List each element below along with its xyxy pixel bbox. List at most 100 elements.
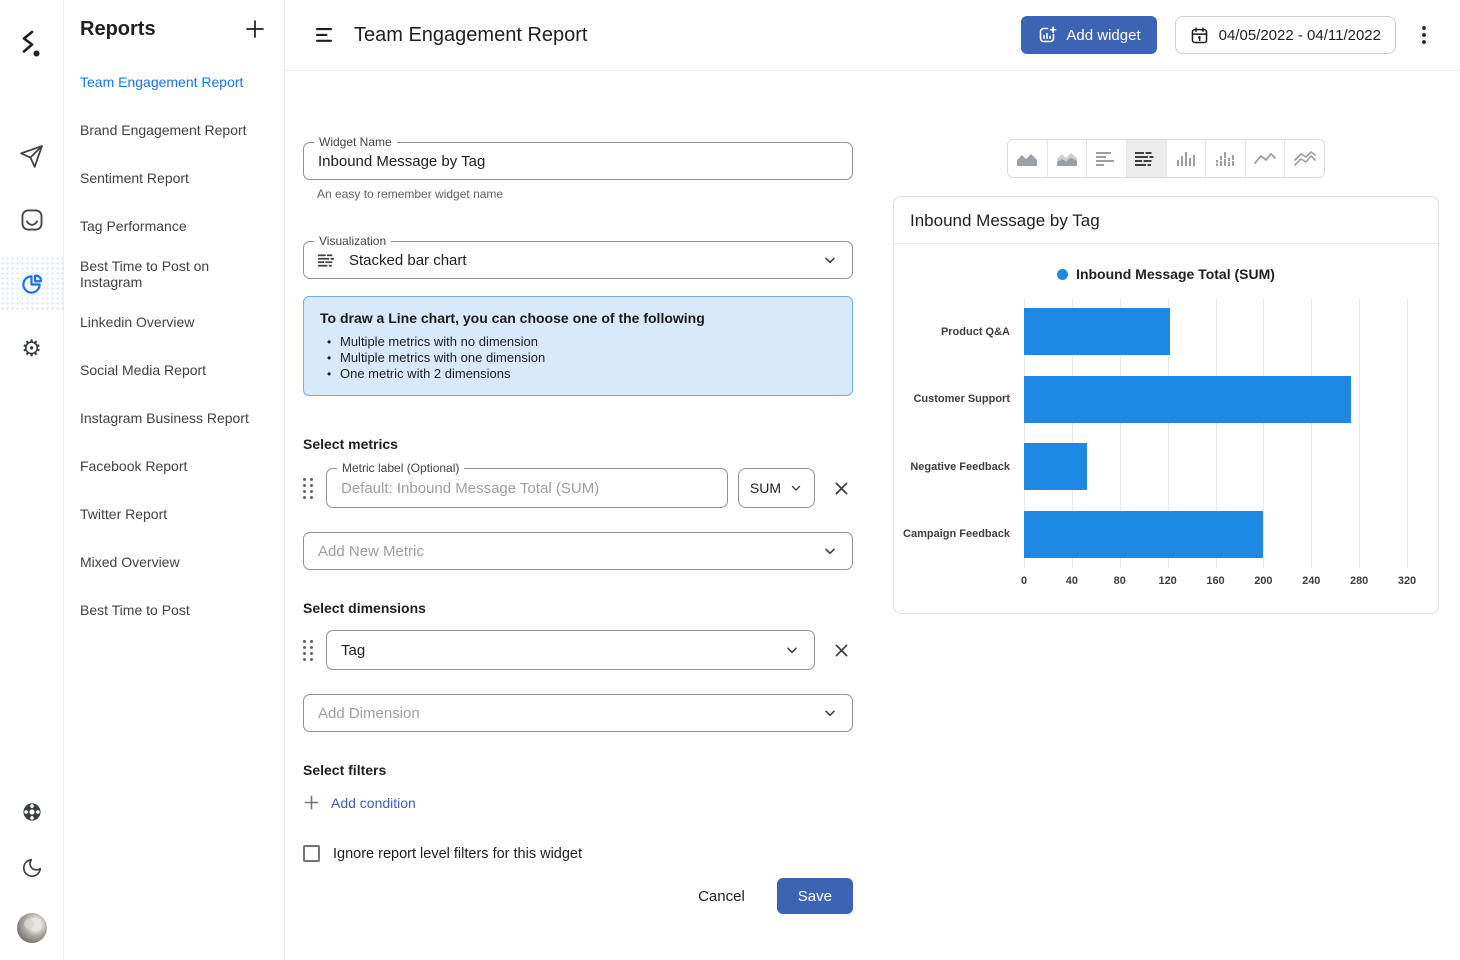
x-tick-label: 200 [1254,575,1272,587]
nav-settings[interactable]: ⚙ [0,320,63,376]
add-report-button[interactable] [242,16,268,42]
sidebar-item[interactable]: Tag Performance [64,202,284,250]
add-condition-button[interactable]: Add condition [303,790,416,815]
info-box-title: To draw a Line chart, you can choose one… [320,310,836,326]
statusbrew-logo [19,29,45,59]
sidebar-item[interactable]: Social Media Report [64,346,284,394]
sidebar-item[interactable]: Sentiment Report [64,154,284,202]
nav-inbox[interactable] [0,192,63,248]
aggregation-select[interactable]: SUM [738,468,815,508]
sidebar-item[interactable]: Brand Engagement Report [64,106,284,154]
ignore-filters-row: Ignore report level filters for this wid… [303,845,853,862]
area-chart-icon [1016,151,1038,167]
report-list: Team Engagement ReportBrand Engagement R… [64,58,284,634]
stacked-line-chart-button[interactable] [1284,140,1324,177]
user-menu[interactable] [0,900,63,956]
widget-name-field[interactable]: Widget Name Inbound Message by Tag [303,142,853,180]
form-actions: Cancel Save [303,878,853,914]
info-bullet: One metric with 2 dimensions [327,366,836,382]
widget-chart-plus-icon [1037,25,1057,45]
x-tick-label: 280 [1350,575,1368,587]
select-metrics-heading: Select metrics [303,436,853,452]
save-button[interactable]: Save [777,878,853,914]
metric-label-placeholder: Default: Inbound Message Total (SUM) [341,480,599,497]
date-range-picker[interactable]: 04/05/2022 - 04/11/2022 [1175,16,1396,54]
add-widget-button[interactable]: Add widget [1021,16,1156,54]
metric-row: Metric label (Optional) Default: Inbound… [303,468,853,508]
chart-type-toolbar [1007,139,1325,178]
line-chart-icon [1254,151,1276,167]
nav-reports[interactable] [0,256,63,312]
app-logo[interactable] [0,16,63,72]
legend-dot [1057,269,1068,280]
stacked-area-chart-button[interactable] [1047,140,1087,177]
stacked-line-chart-icon [1294,151,1316,167]
dimension-value: Tag [341,642,365,659]
report-more-button[interactable] [1418,22,1430,48]
stacked-bar-chart-icon [1135,151,1157,167]
sidebar-title: Reports [80,18,156,41]
add-dimension-select[interactable]: Add Dimension [303,694,853,732]
sidebar-item[interactable]: Best Time to Post on Instagram [64,250,284,298]
sidebar-item[interactable]: Mixed Overview [64,538,284,586]
widget-name-label: Widget Name [314,135,397,149]
remove-dimension-button[interactable] [830,639,853,662]
metric-label-floating: Metric label (Optional) [337,461,464,475]
add-dimension-placeholder: Add Dimension [318,705,420,722]
stacked-column-chart-button[interactable] [1205,140,1245,177]
widget-form: Widget Name Inbound Message by Tag An ea… [303,71,853,914]
report-header: Team Engagement Report Add widget [285,0,1460,71]
cancel-button[interactable]: Cancel [684,880,759,913]
ignore-filters-label: Ignore report level filters for this wid… [333,846,582,862]
bar-chart-button[interactable] [1086,140,1126,177]
bar-customer-support [1024,376,1351,423]
category-label: Campaign Feedback [900,528,1010,540]
select-dimensions-heading: Select dimensions [303,600,853,616]
visualization-select[interactable]: Visualization Stacked bar chart [303,241,853,279]
page-title: Team Engagement Report [354,24,587,47]
area-chart-button[interactable] [1008,140,1047,177]
reports-sidebar: Reports Team Engagement ReportBrand Enga… [64,0,285,960]
x-tick-label: 120 [1158,575,1176,587]
info-bullet: Multiple metrics with no dimension [327,334,836,350]
menu-icon [316,28,334,42]
sidebar-item[interactable]: Team Engagement Report [64,58,284,106]
report-menu-button[interactable] [312,24,338,46]
chevron-down-icon [822,705,838,721]
sidebar-item[interactable]: Facebook Report [64,442,284,490]
line-chart-button[interactable] [1245,140,1285,177]
remove-metric-button[interactable] [830,477,853,500]
x-tick-label: 0 [1021,575,1027,587]
add-new-metric-select[interactable]: Add New Metric [303,532,853,570]
kebab-menu-icon [1422,26,1426,44]
gridline [1359,298,1360,568]
dimension-select[interactable]: Tag [326,630,815,670]
drag-handle-icon[interactable] [303,640,313,661]
sidebar-item[interactable]: Instagram Business Report [64,394,284,442]
nav-support[interactable] [0,784,63,840]
line-chart-info-box: To draw a Line chart, you can choose one… [303,296,853,396]
bar-chart-icon [1096,151,1118,167]
stacked-column-chart-icon [1214,151,1236,167]
category-label: Customer Support [900,393,1010,405]
stacked-bar-chart-button[interactable] [1126,140,1166,177]
stacked-area-chart-icon [1056,151,1078,167]
nav-compose[interactable] [0,128,63,184]
ignore-filters-checkbox[interactable] [303,845,320,862]
close-icon [833,480,850,497]
inbox-icon [19,207,45,233]
sidebar-item[interactable]: Twitter Report [64,490,284,538]
metric-label-field[interactable]: Metric label (Optional) Default: Inbound… [326,468,728,508]
visualization-value: Stacked bar chart [349,252,467,269]
add-new-metric-placeholder: Add New Metric [318,543,424,560]
sidebar-item[interactable]: Best Time to Post [64,586,284,634]
drag-handle-icon[interactable] [303,478,313,499]
dark-mode-toggle[interactable] [0,840,63,896]
legend-item[interactable]: Inbound Message Total (SUM) [894,266,1438,282]
x-tick-label: 40 [1066,575,1078,587]
x-tick-label: 240 [1302,575,1320,587]
category-label: Product Q&A [900,326,1010,338]
chevron-down-icon [789,481,803,495]
sidebar-item[interactable]: Linkedin Overview [64,298,284,346]
column-chart-button[interactable] [1166,140,1206,177]
